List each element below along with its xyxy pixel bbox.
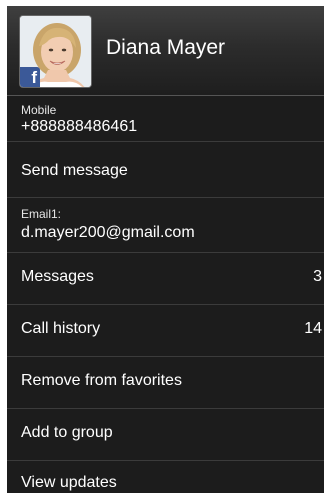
messages-label: Messages (21, 268, 94, 285)
view-updates-row[interactable]: View updates (7, 461, 324, 493)
add-to-group-row[interactable]: Add to group (7, 409, 324, 461)
contact-details-screen: f Diana Mayer Mobile +888888486461 Send … (7, 6, 324, 493)
facebook-icon: f (20, 67, 40, 87)
call-history-label: Call history (21, 320, 101, 337)
email-address: d.mayer200@gmail.com (21, 224, 195, 241)
mobile-row[interactable]: Mobile +888888486461 (7, 96, 324, 142)
contact-name: Diana Mayer (106, 36, 226, 59)
messages-count: 3 (313, 268, 322, 285)
remove-favorites-label: Remove from favorites (21, 372, 182, 389)
email-row[interactable]: Email1: d.mayer200@gmail.com (7, 198, 324, 253)
email-label: Email1: (21, 207, 62, 221)
mobile-number: +888888486461 (21, 118, 138, 135)
call-history-count: 14 (304, 320, 322, 337)
avatar[interactable]: f (19, 15, 92, 88)
call-history-row[interactable]: Call history 14 (7, 305, 324, 357)
add-to-group-label: Add to group (21, 424, 113, 441)
remove-favorites-row[interactable]: Remove from favorites (7, 357, 324, 409)
messages-row[interactable]: Messages 3 (7, 253, 324, 305)
contact-header: f Diana Mayer (7, 6, 324, 96)
view-updates-label: View updates (21, 474, 117, 491)
mobile-label: Mobile (21, 103, 57, 117)
send-message-row[interactable]: Send message (7, 142, 324, 198)
send-message-label: Send message (21, 162, 128, 179)
